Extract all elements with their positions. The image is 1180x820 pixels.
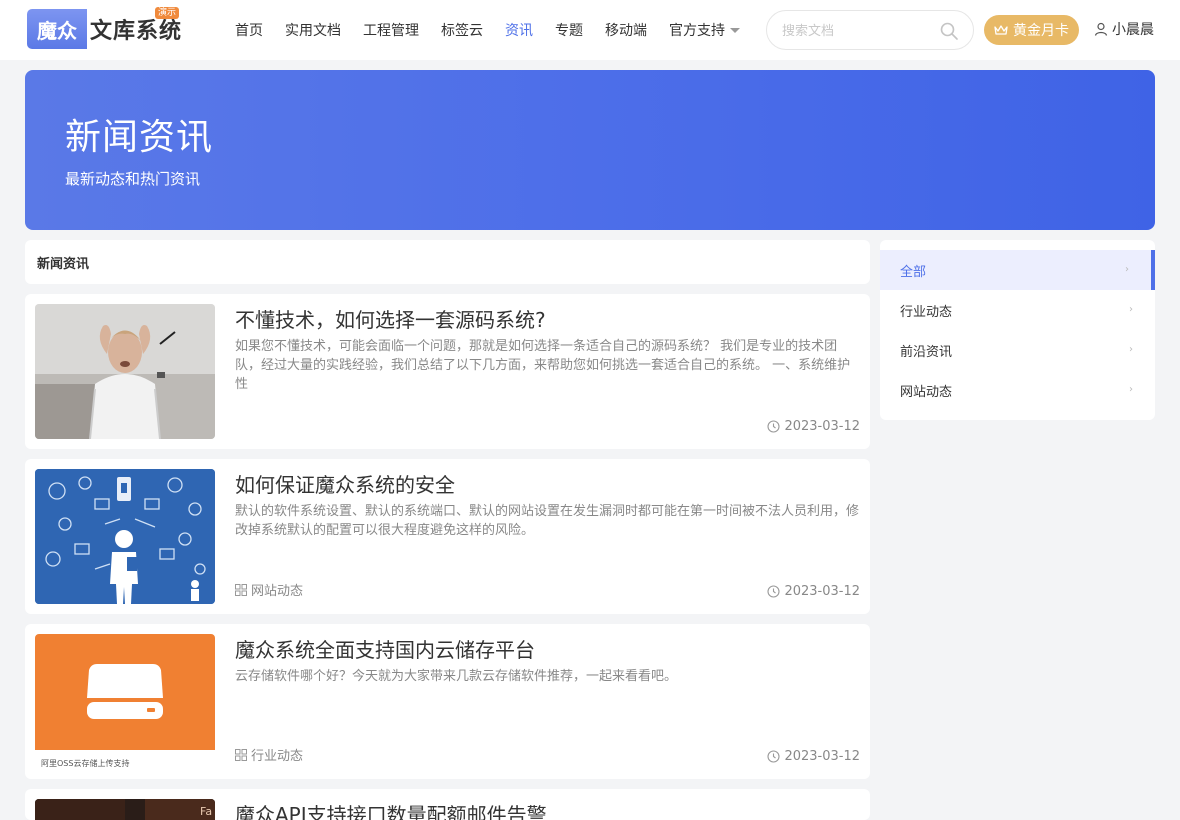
article-summary: 如果您不懂技术，可能会面临一个问题，那就是如何选择一条适合自己的源码系统？ 我们… — [235, 339, 851, 392]
thumbnail-caption: 阿里OSS云存储上传支持 — [41, 759, 130, 768]
article-summary: 默认的软件系统设置、默认的系统端口、默认的网站设置在发生漏洞时都可能在第一时间被… — [235, 504, 860, 538]
clock-icon — [767, 420, 780, 433]
nav-support[interactable]: 官方支持 — [669, 20, 740, 40]
logo-mark: 魔众 — [27, 9, 87, 49]
article-card[interactable]: 不懂技术，如何选择一套源码系统? 如果您不懂技术，可能会面临一个问题，那就是如何… — [25, 294, 870, 449]
user-menu[interactable]: 小晨晨 — [1094, 19, 1154, 39]
nav-label: 移动端 — [605, 23, 647, 39]
date-text: 2023-03-12 — [784, 584, 860, 599]
article-date: 2023-03-12 — [767, 749, 860, 764]
banner-subtitle: 最新动态和热门资讯 — [65, 170, 201, 188]
article-title[interactable]: 魔众API支持接口数量配额邮件告警 — [235, 799, 547, 820]
grid-icon — [235, 748, 247, 761]
demo-badge: 演示 — [155, 7, 180, 19]
nav-news[interactable]: 资讯 — [505, 20, 533, 40]
banner-title: 新闻资讯 — [65, 117, 214, 158]
sidebar-item-site[interactable]: 网站动态 › — [880, 370, 1155, 410]
chevron-right-icon: › — [1125, 264, 1129, 275]
page-banner: 新闻资讯 最新动态和热门资讯 — [25, 70, 1155, 230]
site-logo[interactable]: 魔众 文库系统 演示 — [27, 7, 182, 50]
nav-topics[interactable]: 专题 — [555, 20, 583, 40]
security-illustration-image — [35, 469, 215, 604]
search-icon[interactable] — [939, 21, 959, 41]
crown-icon — [994, 25, 1008, 35]
nav-label: 专题 — [555, 23, 583, 39]
sidebar-item-label: 行业动态 — [900, 304, 953, 320]
nav-label: 标签云 — [441, 23, 483, 39]
nav-mobile[interactable]: 移动端 — [605, 20, 647, 40]
search-input[interactable] — [782, 21, 932, 41]
article-card[interactable]: 如何保证魔众系统的安全 默认的软件系统设置、默认的系统端口、默认的网站设置在发生… — [25, 459, 870, 614]
sidebar-item-frontier[interactable]: 前沿资讯 › — [880, 330, 1155, 370]
date-text: 2023-03-12 — [784, 749, 860, 764]
nav-tags[interactable]: 标签云 — [441, 20, 483, 40]
nav-label: 实用文档 — [285, 23, 341, 39]
clock-icon — [767, 585, 780, 598]
article-title[interactable]: 不懂技术，如何选择一套源码系统? — [235, 304, 546, 333]
section-title: 新闻资讯 — [37, 256, 90, 272]
article-thumbnail[interactable]: 阿里OSS云存储上传支持 — [35, 634, 215, 769]
thumbnail-text: Fa — [200, 805, 213, 818]
article-category[interactable]: 网站动态 — [235, 580, 303, 599]
grid-icon — [235, 583, 247, 596]
sidebar-item-label: 全部 — [900, 264, 927, 280]
clock-icon — [767, 750, 780, 763]
article-thumbnail[interactable] — [35, 469, 215, 604]
article-date: 2023-03-12 — [767, 584, 860, 599]
sidebar-item-label: 前沿资讯 — [900, 344, 953, 360]
sidebar-item-all[interactable]: 全部 › — [880, 250, 1155, 290]
nav-label: 首页 — [235, 23, 263, 39]
article-card[interactable]: Fa 魔众API支持接口数量配额邮件告警 — [25, 789, 870, 820]
sidebar-item-industry[interactable]: 行业动态 › — [880, 290, 1155, 330]
chevron-right-icon: › — [1129, 384, 1133, 395]
user-icon — [1094, 22, 1108, 36]
article-category[interactable]: 行业动态 — [235, 745, 303, 764]
nav-label: 官方支持 — [669, 23, 725, 39]
top-header: 魔众 文库系统 演示 首页 实用文档 工程管理 标签云 资讯 专题 移动端 官方… — [0, 0, 1180, 60]
category-text: 网站动态 — [251, 584, 304, 599]
category-text: 行业动态 — [251, 749, 304, 764]
article-date: 2023-03-12 — [767, 419, 860, 434]
article-thumbnail[interactable] — [35, 304, 215, 439]
article-thumbnail[interactable]: Fa — [35, 799, 215, 820]
article-title[interactable]: 如何保证魔众系统的安全 — [235, 469, 455, 498]
article-title[interactable]: 魔众系统全面支持国内云储存平台 — [235, 634, 535, 663]
nav-label: 资讯 — [505, 23, 533, 39]
chevron-right-icon: › — [1129, 344, 1133, 355]
nav-projects[interactable]: 工程管理 — [363, 20, 419, 40]
stressed-man-image — [35, 304, 215, 439]
user-name: 小晨晨 — [1112, 22, 1154, 38]
nav-home[interactable]: 首页 — [235, 20, 263, 40]
chevron-down-icon — [730, 27, 740, 33]
category-sidebar: 全部 › 行业动态 › 前沿资讯 › 网站动态 › — [880, 240, 1155, 420]
sidebar-item-label: 网站动态 — [900, 384, 953, 400]
date-text: 2023-03-12 — [784, 419, 860, 434]
api-email-image — [35, 799, 215, 820]
article-summary: 云存储软件哪个好？今天就为大家带来几款云存储软件推荐，一起来看看吧。 — [235, 669, 678, 684]
storage-drive-image — [35, 634, 215, 769]
article-card[interactable]: 阿里OSS云存储上传支持 魔众系统全面支持国内云储存平台 云存储软件哪个好？今天… — [25, 624, 870, 779]
nav-docs[interactable]: 实用文档 — [285, 20, 341, 40]
vip-label: 黄金月卡 — [1013, 23, 1069, 39]
main-nav: 首页 实用文档 工程管理 标签云 资讯 专题 移动端 官方支持 — [224, 0, 751, 60]
search-box — [766, 10, 974, 50]
chevron-right-icon: › — [1129, 304, 1133, 315]
nav-label: 工程管理 — [363, 23, 419, 39]
section-header: 新闻资讯 — [25, 240, 870, 284]
vip-card-button[interactable]: 黄金月卡 — [984, 15, 1079, 45]
